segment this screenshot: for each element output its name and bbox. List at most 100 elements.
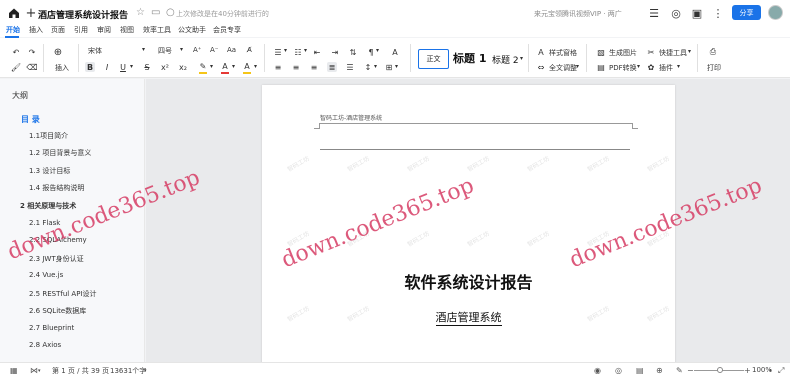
- distribute-icon[interactable]: ☰: [345, 62, 355, 72]
- tab-reference[interactable]: 引用: [74, 25, 88, 35]
- strikethrough-icon[interactable]: S: [142, 62, 152, 72]
- zoom-dropdown-icon[interactable]: ▾: [769, 368, 772, 374]
- font-size-select[interactable]: 四号: [158, 46, 172, 56]
- justify-icon[interactable]: ≣: [327, 62, 337, 72]
- layout-icon[interactable]: ▦: [10, 366, 18, 375]
- outline-item[interactable]: 2 相关原理与技术: [20, 201, 76, 211]
- assistant-icon[interactable]: ◎: [670, 7, 682, 20]
- plugins-label[interactable]: 插件: [659, 63, 673, 73]
- sort-icon[interactable]: ⇅: [348, 47, 358, 57]
- full-adjust-dropdown-icon[interactable]: ▾: [576, 63, 579, 70]
- bullet-list-icon[interactable]: ☰: [273, 47, 283, 57]
- full-adjust-label[interactable]: 全文调整: [549, 63, 577, 73]
- read-mode-icon[interactable]: ◉: [594, 366, 601, 375]
- increase-indent-icon[interactable]: ⇥: [330, 47, 340, 57]
- fullscreen-icon[interactable]: ⤢: [778, 366, 784, 376]
- page-header-text[interactable]: 智码工坊-酒店管理系统: [320, 113, 382, 122]
- quick-tools-label[interactable]: 快捷工具: [659, 48, 687, 58]
- bullet-dropdown-icon[interactable]: ▾: [284, 47, 287, 54]
- style-normal-button[interactable]: 正文: [418, 49, 449, 69]
- nav-dropdown-icon[interactable]: ▾: [38, 368, 41, 374]
- insert-label[interactable]: 插入: [55, 63, 69, 73]
- font-size-dropdown-icon[interactable]: ▾: [180, 46, 183, 53]
- format-painter-icon[interactable]: 🖌: [11, 62, 21, 72]
- outline-item[interactable]: 1.4 报告结构说明: [29, 183, 84, 193]
- gen-image-label[interactable]: 生成图片: [609, 48, 637, 58]
- folder-icon[interactable]: ▭: [151, 7, 160, 18]
- redo-icon[interactable]: ↷: [27, 47, 37, 57]
- doc-heading[interactable]: 软件系统设计报告: [262, 269, 675, 293]
- highlight-icon[interactable]: ✎: [198, 61, 208, 71]
- outline-item[interactable]: 1.3 设计目标: [29, 166, 70, 176]
- bold-icon[interactable]: B: [85, 62, 95, 72]
- borders-dropdown-icon[interactable]: ▾: [395, 63, 398, 70]
- tab-vip[interactable]: 会员专享: [213, 25, 241, 35]
- nav-icon[interactable]: ⋈: [30, 366, 38, 375]
- underline-dropdown-icon[interactable]: ▾: [130, 63, 133, 70]
- print-icon[interactable]: ⎙: [708, 47, 718, 57]
- decrease-indent-icon[interactable]: ⇤: [312, 47, 322, 57]
- outline-item[interactable]: 1.1项目简介: [29, 131, 68, 141]
- outline-item[interactable]: 目 录: [21, 114, 40, 125]
- text-effect-icon[interactable]: A̸: [247, 46, 252, 54]
- user-info[interactable]: 来元宝领腾讯视频VIP · 两广: [534, 9, 622, 19]
- line-spacing-dropdown-icon[interactable]: ▾: [374, 63, 377, 70]
- numbered-list-icon[interactable]: ☷: [293, 47, 303, 57]
- font-family-dropdown-icon[interactable]: ▾: [142, 46, 145, 53]
- quick-tools-dropdown-icon[interactable]: ▾: [688, 48, 691, 55]
- eye-icon[interactable]: ◎: [615, 366, 622, 375]
- char-scale-icon[interactable]: A: [390, 47, 400, 57]
- align-right-icon[interactable]: ≡: [309, 62, 319, 72]
- zoom-slider-handle[interactable]: [717, 367, 723, 373]
- line-spacing-icon[interactable]: ↕: [363, 62, 373, 72]
- plugins-icon[interactable]: ✿: [646, 62, 656, 72]
- outline-item[interactable]: 2.4 Vue.js: [29, 271, 63, 279]
- tab-view[interactable]: 视图: [120, 25, 134, 35]
- menu-icon[interactable]: ☰: [648, 7, 660, 20]
- font-color-dropdown-icon[interactable]: ▾: [232, 63, 235, 70]
- web-layout-icon[interactable]: ⊕: [656, 366, 663, 375]
- new-tab-icon[interactable]: +: [24, 6, 38, 21]
- style-heading2-button[interactable]: 标题 2: [492, 53, 519, 66]
- clear-format-icon[interactable]: ⌫: [26, 62, 37, 72]
- pen-icon[interactable]: ✎: [676, 366, 683, 375]
- word-count[interactable]: 13631个字: [110, 366, 146, 376]
- borders-icon[interactable]: ⊞: [384, 62, 394, 72]
- pdf-convert-label[interactable]: PDF转换: [609, 63, 637, 73]
- tab-start[interactable]: 开始: [6, 25, 20, 35]
- outline-item[interactable]: 2.8 Axios: [29, 341, 61, 349]
- tab-insert[interactable]: 插入: [29, 25, 43, 35]
- quick-tools-icon[interactable]: ✂: [646, 47, 656, 57]
- grow-font-icon[interactable]: A⁺: [193, 46, 201, 54]
- print-layout-icon[interactable]: ▤: [636, 366, 644, 375]
- page-info[interactable]: 第 1 页 / 共 39 页: [52, 366, 109, 376]
- styles-dropdown-icon[interactable]: ▾: [520, 55, 523, 62]
- insert-plus-icon[interactable]: ⊕: [53, 47, 63, 58]
- undo-icon[interactable]: ↶: [11, 47, 21, 57]
- outline-item[interactable]: 2.5 RESTful API设计: [29, 289, 97, 299]
- outline-item[interactable]: 1.2 项目背景与意义: [29, 148, 91, 158]
- style-pane-icon[interactable]: Ａ: [536, 47, 546, 57]
- gen-image-icon[interactable]: ▧: [596, 47, 606, 57]
- more-icon[interactable]: ⋮: [712, 7, 724, 20]
- underline-icon[interactable]: U: [118, 62, 128, 72]
- marks-dropdown-icon[interactable]: ▾: [376, 47, 379, 54]
- align-left-icon[interactable]: ≡: [273, 62, 283, 72]
- zoom-in-icon[interactable]: +: [744, 366, 751, 375]
- change-case-icon[interactable]: Aa: [227, 46, 236, 54]
- shading-dropdown-icon[interactable]: ▾: [254, 63, 257, 70]
- outline-item[interactable]: 2.6 SQLite数据库: [29, 306, 86, 316]
- tab-official[interactable]: 公文助手: [178, 25, 206, 35]
- tab-page[interactable]: 页面: [51, 25, 65, 35]
- italic-icon[interactable]: I: [102, 62, 112, 72]
- pdf-icon[interactable]: ▤: [596, 62, 606, 72]
- avatar[interactable]: [768, 5, 783, 20]
- align-center-icon[interactable]: ≡: [291, 62, 301, 72]
- document-page[interactable]: 智码工坊-酒店管理系统 软件系统设计报告 酒店管理系统: [262, 85, 675, 362]
- superscript-icon[interactable]: x²: [160, 62, 170, 72]
- share-button[interactable]: 分享: [732, 5, 761, 20]
- highlight-dropdown-icon[interactable]: ▾: [210, 63, 213, 70]
- number-dropdown-icon[interactable]: ▾: [304, 47, 307, 54]
- tab-review[interactable]: 审阅: [97, 25, 111, 35]
- style-pane-label[interactable]: 样式窗格: [549, 48, 577, 58]
